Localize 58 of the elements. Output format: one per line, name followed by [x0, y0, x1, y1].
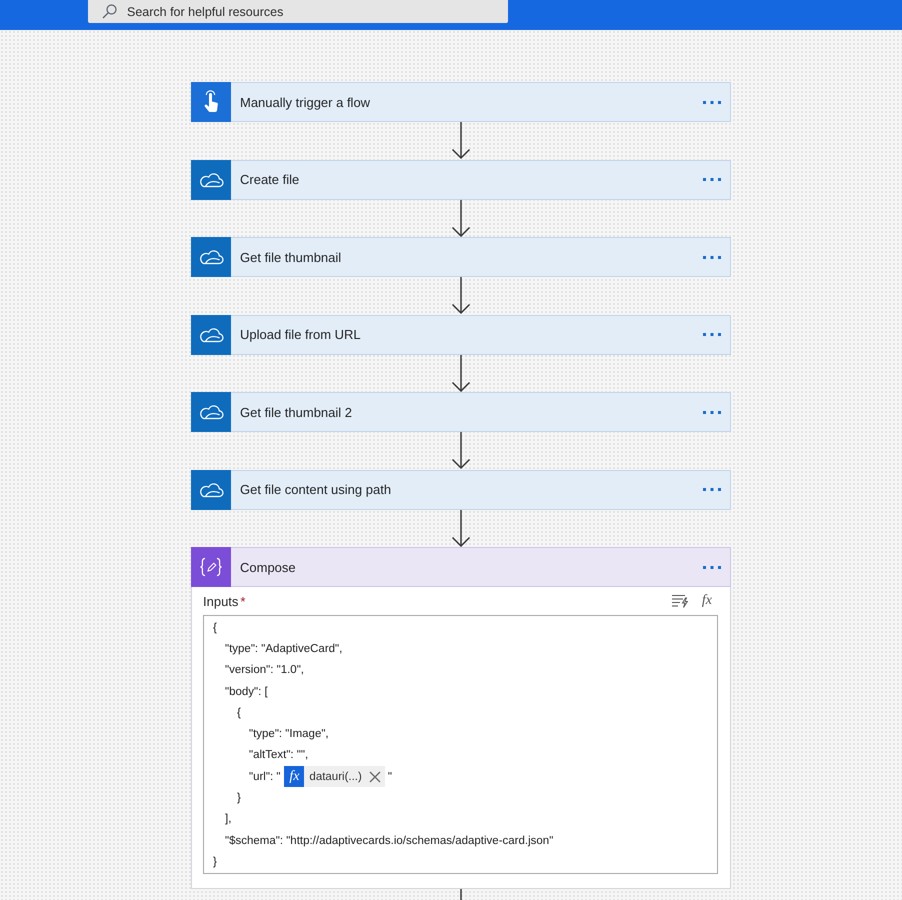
code-text: "version": "1.0",	[225, 664, 304, 676]
card-title: Upload file from URL	[240, 327, 362, 342]
card-title: Get file thumbnail	[240, 250, 342, 264]
action-card[interactable]: Compose	[191, 547, 731, 587]
code-text: "type": "AdaptiveCard",	[225, 642, 342, 655]
code-text: "$schema": "http://adaptivecards.io/schemas/adaptive-card.json"	[225, 834, 554, 847]
arrow-connector	[451, 200, 471, 237]
hand-pointer-icon	[191, 82, 231, 122]
arrow-connector	[451, 277, 471, 314]
action-card[interactable]: Upload file from URL	[191, 314, 731, 354]
cloud-icon	[191, 470, 231, 510]
action-card[interactable]: Get file content using path	[191, 470, 731, 510]
input-field[interactable]: { "type": "AdaptiveCard", "version": "1.0", "body": [ { "type": "Image", "altText": "", "url": " fx datauri(...) " } ], "$schema": "http://adaptivecards.io/schemas/adaptive-card.json" }	[203, 615, 718, 874]
code-text: "url": "	[249, 770, 280, 783]
token-label: datauri(...)	[308, 770, 363, 783]
more-icon	[703, 178, 721, 181]
search-field[interactable]: Search for helpful resources	[88, 0, 508, 23]
more-icon	[703, 256, 721, 258]
cloud-icon	[191, 392, 231, 432]
arrow-connector	[451, 510, 471, 547]
more-icon	[703, 100, 721, 104]
code-text: {	[213, 622, 217, 634]
code-text: "	[388, 770, 392, 783]
search-icon	[102, 4, 117, 19]
card-title: Compose	[240, 560, 297, 574]
arrow-connector	[451, 122, 471, 160]
code-text: "altText": "",	[249, 749, 308, 762]
action-card[interactable]: Get file thumbnail	[191, 237, 731, 277]
action-card[interactable]: Manually trigger a flow	[191, 82, 731, 122]
card-title: Get file content using path	[240, 482, 392, 497]
card-title: Create file	[240, 172, 300, 187]
more-icon	[703, 410, 721, 414]
close-icon[interactable]	[368, 770, 381, 783]
arrow-connector	[451, 432, 471, 470]
cloud-icon	[191, 314, 231, 354]
required-mark: *	[240, 594, 246, 608]
cloud-icon	[191, 237, 231, 277]
action-card[interactable]: Get file thumbnail 2	[191, 392, 731, 432]
function-badge: fx	[284, 766, 304, 788]
more-icon	[703, 566, 721, 568]
list-bolt-icon[interactable]	[672, 594, 688, 608]
cloud-icon	[191, 160, 231, 200]
connector-line	[459, 888, 463, 900]
arrow-connector	[451, 354, 471, 392]
card-title: Manually trigger a flow	[240, 94, 372, 110]
card-title: Get file thumbnail 2	[240, 404, 354, 420]
code-text: ],	[225, 813, 232, 826]
expression-token[interactable]: fx datauri(...)	[284, 766, 385, 788]
code-text: }	[237, 792, 241, 804]
field-label: Inputs	[203, 594, 238, 608]
more-icon	[703, 488, 721, 491]
more-icon	[703, 333, 721, 336]
code-text: "type": "Image",	[249, 728, 329, 740]
code-text: "body": [	[225, 686, 268, 698]
expression-button[interactable]: fx	[702, 593, 712, 609]
action-card[interactable]: Create file	[191, 160, 731, 200]
code-text: {	[237, 706, 241, 719]
code-text: }	[213, 856, 217, 868]
